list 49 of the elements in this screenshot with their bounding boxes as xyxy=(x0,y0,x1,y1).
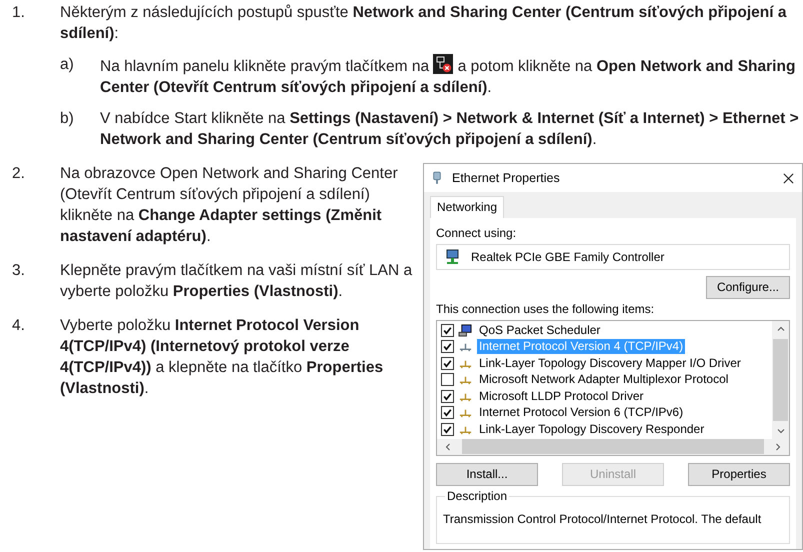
substep-text: Na hlavním panelu klikněte pravým tlačítkem na a potom klikněte na Open Network and Sharing Center (Otevřít Centrum síťových připojení a sdílení). xyxy=(100,54,799,98)
tab[interactable]: Networking xyxy=(430,196,504,218)
window-title: Ethernet Properties xyxy=(452,170,561,186)
description-text: Transmission Control Protocol/Internet Protocol. The default xyxy=(443,512,762,528)
dialog-button[interactable]: Properties xyxy=(688,462,790,486)
ethernet-plug-icon xyxy=(432,171,442,185)
checkbox[interactable] xyxy=(441,373,454,386)
item-label: Internet Protocol Version 6 (TCP/IPv6) xyxy=(478,405,684,420)
checkbox[interactable] xyxy=(441,324,454,337)
connect-using-label: Connect using: xyxy=(436,226,518,241)
list-item[interactable]: Microsoft Network Adapter Multiplexor Protocol xyxy=(441,372,768,388)
list-item[interactable]: Internet Protocol Version 6 (TCP/IPv6) xyxy=(441,404,768,421)
network-adapter-icon xyxy=(445,249,461,265)
step-number: 3. xyxy=(12,261,26,281)
computer-icon xyxy=(458,324,473,337)
network-error-icon xyxy=(433,54,454,74)
item-label: Link-Layer Topology Discovery Responder xyxy=(478,422,706,437)
step-number: 2. xyxy=(12,164,26,184)
vertical-scrollbar[interactable] xyxy=(772,321,789,438)
dialog-button[interactable]: Install... xyxy=(436,462,538,486)
horizontal-scrollbar[interactable] xyxy=(437,438,789,454)
checkbox[interactable] xyxy=(441,390,454,403)
substep-text: V nabídce Start klikněte na Settings (Nastavení) > Network & Internet (Síť a Internet) > Ethernet > Network and Sharing Center (Centrum síťových připojení a sdílení). xyxy=(100,109,799,150)
items-label: This connection uses the following items: xyxy=(436,302,656,317)
list-item[interactable]: Link-Layer Topology Discovery Mapper I/O Driver xyxy=(441,355,768,372)
checkbox[interactable] xyxy=(441,356,454,370)
checkbox[interactable] xyxy=(441,340,454,354)
step-text: Některým z následujících postupů spusťte Network and Sharing Center (Centrum síťových připojení a sdílení): xyxy=(60,3,788,44)
substep-letter: a) xyxy=(60,55,75,75)
item-label: Microsoft Network Adapter Multiplexor Protocol xyxy=(478,372,730,388)
close-icon[interactable] xyxy=(783,172,794,184)
substep-letter: b) xyxy=(60,109,75,129)
list-item[interactable]: QoS Packet Scheduler xyxy=(441,322,768,338)
step-text: Klepněte pravým tlačítkem na vaši místní síť LAN a vyberte položku Properties (Vlastnosti). xyxy=(60,261,413,302)
step-text: Na obrazovce Open Network and Sharing Center (Otevřít Centrum síťových připojení a sdílení) klikněte na Change Adapter settings (Změnit nastavení adaptéru). xyxy=(60,164,399,247)
step-number: 4. xyxy=(12,316,26,336)
checkbox[interactable] xyxy=(441,422,454,436)
step-number: 1. xyxy=(12,3,26,23)
configure-button[interactable]: Configure... xyxy=(706,276,790,299)
item-label: Internet Protocol Version 4 (TCP/IPv4) xyxy=(477,339,686,354)
step-text: Vyberte položku Internet Protocol Version 4(TCP/IPv4) (Internetový protokol verze 4(TCP/IPv4)) a klepněte na tlačítko Properties (Vlastnosti). xyxy=(60,316,384,399)
adapter-field: Realtek PCIe GBE Family Controller xyxy=(436,244,790,270)
item-label: QoS Packet Scheduler xyxy=(478,322,602,338)
list-item[interactable]: Microsoft LLDP Protocol Driver xyxy=(441,388,768,404)
list-item[interactable]: Link-Layer Topology Discovery Responder xyxy=(441,421,768,438)
item-label: Link-Layer Topology Discovery Mapper I/O Driver xyxy=(478,356,742,371)
description-label: Description xyxy=(445,488,510,504)
item-label: Microsoft LLDP Protocol Driver xyxy=(478,388,644,404)
checkbox[interactable] xyxy=(441,406,454,420)
